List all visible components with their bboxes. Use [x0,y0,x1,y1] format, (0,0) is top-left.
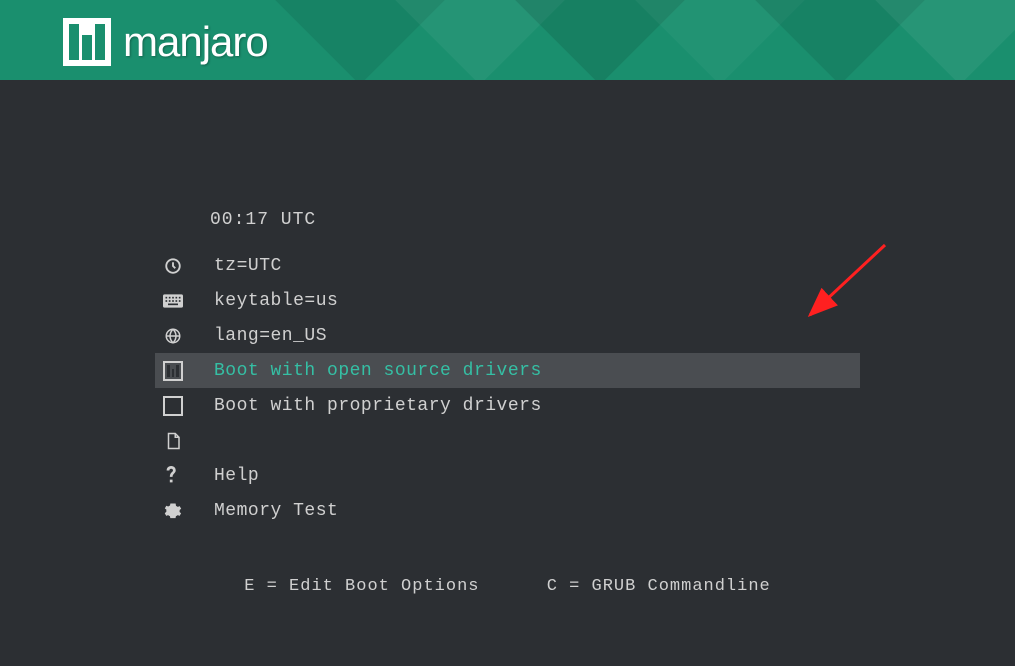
menu-label: tz=UTC [214,256,282,276]
menu-item-separator[interactable] [155,423,1015,458]
document-icon [159,427,187,455]
menu-item-keytable[interactable]: keytable=us [155,283,1015,318]
menu-item-boot-proprietary[interactable]: Boot with proprietary drivers [155,388,1015,423]
clock-display: 00:17 UTC [210,210,1015,230]
menu-label: keytable=us [214,291,338,311]
keyboard-icon [159,287,187,315]
brand-name: manjaro [123,18,268,66]
footer-hints: E = Edit Boot Options C = GRUB Commandli… [0,577,1015,596]
menu-label: Memory Test [214,501,338,521]
menu-label: Boot with open source drivers [214,361,542,381]
header-banner: manjaro [0,0,1015,80]
question-icon [159,462,187,490]
menu-item-timezone[interactable]: tz=UTC [155,248,1015,283]
menu-label: lang=en_US [214,326,327,346]
menu-label: Help [214,466,259,486]
menu-item-memtest[interactable]: Memory Test [155,493,1015,528]
clock-icon [159,252,187,280]
manjaro-logo-icon [63,18,111,66]
hint-grub: C = GRUB Commandline [547,577,771,596]
manjaro-mini-icon [159,357,187,385]
menu-item-lang[interactable]: lang=en_US [155,318,1015,353]
manjaro-mini-icon [159,392,187,420]
globe-icon [159,322,187,350]
brand-logo: manjaro [63,18,268,66]
gear-icon [159,497,187,525]
hint-edit: E = Edit Boot Options [244,577,479,596]
menu-item-boot-opensource[interactable]: Boot with open source drivers [155,353,860,388]
boot-menu: 00:17 UTC tz=UTC [0,80,1015,528]
menu-label: Boot with proprietary drivers [214,396,542,416]
menu-item-help[interactable]: Help [155,458,1015,493]
